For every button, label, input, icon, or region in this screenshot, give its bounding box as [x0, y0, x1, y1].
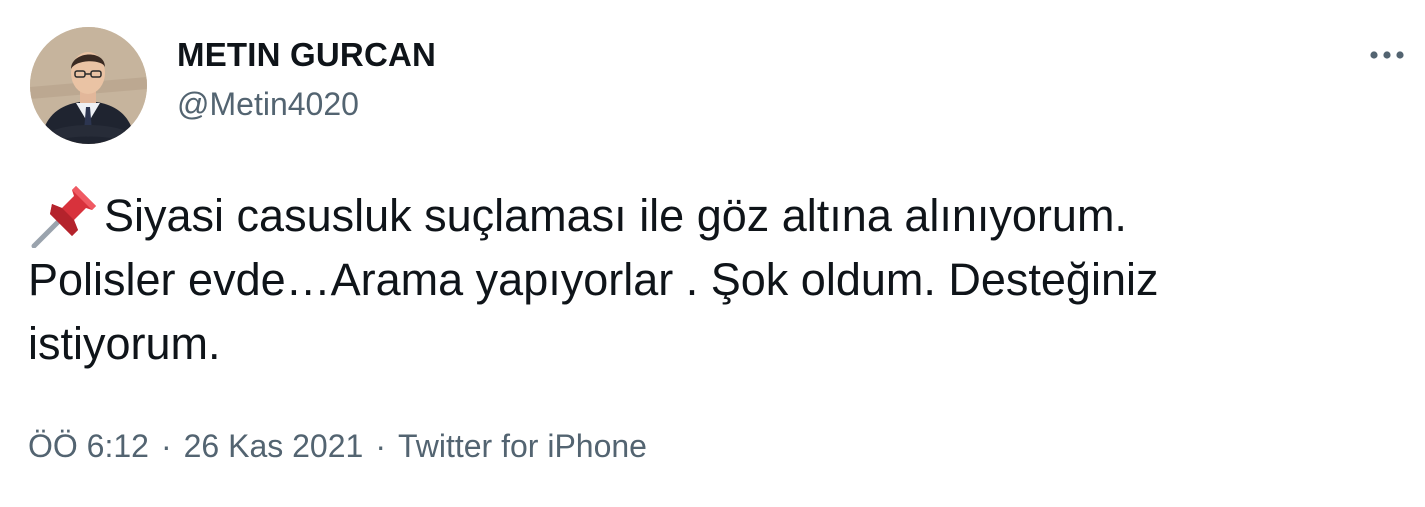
- pushpin-icon: [31, 186, 96, 248]
- author-handle[interactable]: @Metin4020: [177, 86, 359, 123]
- tweet-date[interactable]: 26 Kas 2021: [184, 428, 364, 464]
- tweet-time[interactable]: ÖÖ 6:12: [28, 428, 149, 464]
- meta-separator: ·: [160, 428, 172, 464]
- more-dots-icon: [1370, 51, 1404, 59]
- tweet-text-line-2: Polisler evde…Arama yapıyorlar . Şok old…: [28, 254, 1159, 305]
- tweet-meta: ÖÖ 6:12 · 26 Kas 2021 · Twitter for iPhone: [28, 428, 647, 465]
- tweet-text-line-1: Siyasi casusluk suçlaması ile göz altına…: [104, 190, 1127, 241]
- avatar-photo: [30, 27, 147, 144]
- more-options-button[interactable]: [1367, 40, 1407, 70]
- tweet-text-line-3: istiyorum.: [28, 318, 221, 369]
- avatar[interactable]: [30, 27, 147, 144]
- tweet-source-link[interactable]: Twitter for iPhone: [398, 428, 647, 464]
- author-name[interactable]: METIN GURCAN: [177, 36, 436, 74]
- tweet-text: Siyasi casusluk suçlaması ile göz altına…: [28, 184, 1418, 376]
- meta-separator: ·: [375, 428, 386, 464]
- tweet-text-line: Siyasi casusluk suçlaması ile göz altına…: [28, 184, 1418, 248]
- tweet-card: METIN GURCAN @Metin4020 Siyasi casusluk …: [0, 0, 1425, 507]
